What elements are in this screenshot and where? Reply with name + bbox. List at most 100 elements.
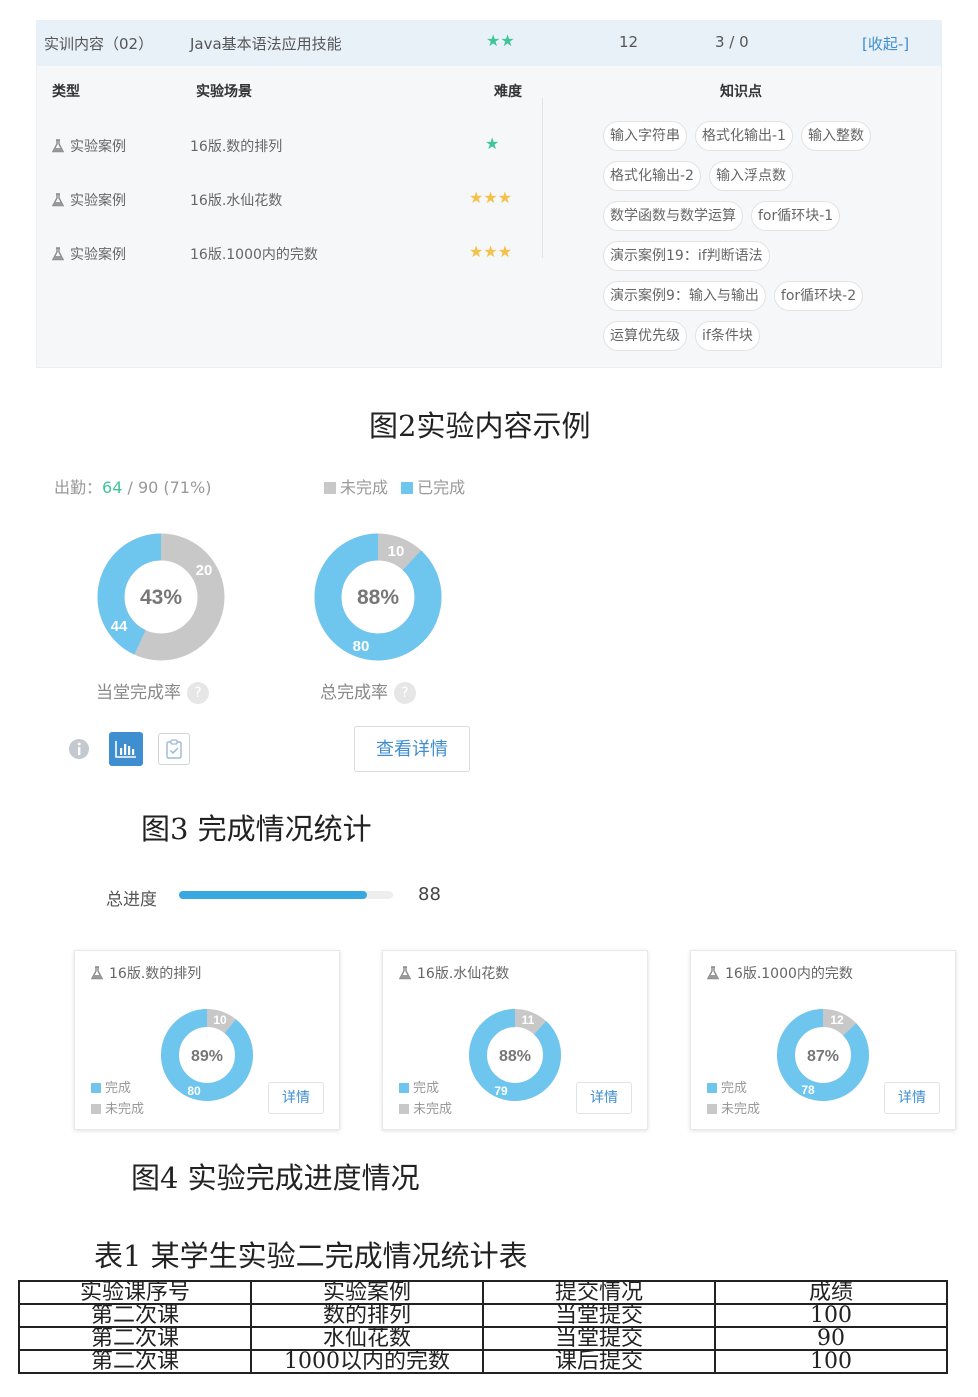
knowledge-tag[interactable]: 输入浮点数 xyxy=(708,161,793,191)
attendance-rest: / 90 (71%) xyxy=(122,478,212,497)
knowledge-tag[interactable]: 格式化输出-2 xyxy=(603,161,701,191)
legend-incomplete: 未完成 xyxy=(91,1098,144,1117)
legend-label: 未完成 xyxy=(413,1102,453,1117)
table-header-cell: 实验课序号 xyxy=(18,1280,252,1305)
chart-view-button[interactable] xyxy=(109,732,143,766)
donut-percent: 88% xyxy=(357,586,399,609)
legend-complete-label: 已完成 xyxy=(417,478,466,497)
experiment-card: 16版.水仙花数 88% 11 79 完成 未完成 详情 xyxy=(382,950,648,1130)
table-header-cell: 提交情况 xyxy=(482,1280,716,1305)
donut-complete-value: 80 xyxy=(353,638,370,655)
completion-table: 实验课序号 实验案例 提交情况 成绩 第二次课 数的排列 当堂提交 100 第二… xyxy=(18,1280,948,1374)
row-difficulty-stars: ★★★ xyxy=(469,242,513,261)
total-progress-label: 总进度 xyxy=(106,890,157,910)
col-header-scene: 实验场景 xyxy=(196,84,252,100)
card-title-text: 16版.水仙花数 xyxy=(417,966,510,982)
legend-swatch xyxy=(707,1083,717,1093)
info-button[interactable] xyxy=(64,734,94,764)
table-header-cell: 实验案例 xyxy=(250,1280,484,1305)
legend-complete: 完成 xyxy=(399,1077,439,1096)
donut-percent: 89% xyxy=(191,1048,223,1065)
legend-label: 未完成 xyxy=(105,1102,145,1117)
row-scene-link[interactable]: 16版.数的排列 xyxy=(190,136,282,156)
legend-complete: 完成 xyxy=(91,1077,131,1096)
knowledge-tag[interactable]: 演示案例9：输入与输出 xyxy=(603,281,766,311)
info-icon xyxy=(69,739,89,759)
donut-complete-value: 79 xyxy=(494,1084,508,1098)
flask-icon xyxy=(52,139,64,153)
legend-incomplete: 未完成 xyxy=(707,1098,760,1117)
attendance-label: 出勤： xyxy=(54,478,103,497)
attendance-present: 64 xyxy=(102,478,123,497)
donut-incomplete-value: 11 xyxy=(522,1013,535,1027)
table-cell: 90 xyxy=(714,1326,948,1351)
knowledge-tag[interactable]: 运算优先级 xyxy=(603,321,687,351)
class-completion-label-row: 当堂完成率? xyxy=(96,678,209,704)
col-header-type: 类型 xyxy=(52,84,80,100)
knowledge-tag[interactable]: 输入整数 xyxy=(800,121,871,151)
training-content-title: 实训内容（02） xyxy=(44,35,154,53)
column-divider xyxy=(542,98,543,258)
attendance: 出勤：64 / 90 (71%) xyxy=(54,474,211,498)
donut-percent: 87% xyxy=(807,1048,839,1065)
table-cell: 第二次课 xyxy=(18,1326,252,1351)
legend-incomplete: 未完成 xyxy=(399,1098,452,1117)
row-scene-link[interactable]: 16版.水仙花数 xyxy=(190,190,282,210)
table-cell: 100 xyxy=(714,1349,948,1374)
row-type-label: 实验案例 xyxy=(70,247,126,263)
donut-incomplete-value: 10 xyxy=(213,1013,227,1027)
table-row: 第二次课 1000以内的完数 课后提交 100 xyxy=(18,1349,948,1374)
table-cell: 1000以内的完数 xyxy=(250,1349,484,1374)
row-scene-link[interactable]: 16版.1000内的完数 xyxy=(190,244,318,264)
table-1-caption: 表1 某学生实验二完成情况统计表 xyxy=(94,1239,528,1273)
flask-icon xyxy=(91,966,103,980)
table-row: 第二次课 数的排列 当堂提交 100 xyxy=(18,1303,948,1328)
donut-percent: 88% xyxy=(499,1048,531,1065)
row-type-label: 实验案例 xyxy=(70,193,126,209)
view-details-button[interactable]: 查看详情 xyxy=(354,726,470,772)
help-icon[interactable]: ? xyxy=(394,682,416,704)
knowledge-tag[interactable]: 输入字符串 xyxy=(603,121,687,151)
knowledge-tag[interactable]: 数学函数与数学运算 xyxy=(603,201,743,231)
table-cell: 水仙花数 xyxy=(250,1326,484,1351)
row-difficulty-stars: ★ xyxy=(485,134,500,153)
total-completion-label: 总完成率 xyxy=(320,683,388,703)
table-cell: 第二次课 xyxy=(18,1349,252,1374)
total-progress-fill xyxy=(179,891,368,899)
course-name: Java基本语法应用技能 xyxy=(190,35,342,53)
knowledge-tag[interactable]: for循环块-1 xyxy=(751,201,841,231)
row-type: 实验案例 xyxy=(52,136,126,156)
legend-swatch xyxy=(91,1083,101,1093)
help-icon[interactable]: ? xyxy=(187,682,209,704)
flask-icon xyxy=(399,966,411,980)
card-details-button[interactable]: 详情 xyxy=(884,1082,940,1114)
checklist-button[interactable] xyxy=(158,733,190,765)
legend-swatch xyxy=(399,1083,409,1093)
legend-incomplete-label: 未完成 xyxy=(340,478,389,497)
card-title: 16版.1000内的完数 xyxy=(707,963,853,983)
donut-complete-value: 80 xyxy=(187,1084,201,1098)
row-type: 实验案例 xyxy=(52,190,126,210)
card-details-button[interactable]: 详情 xyxy=(576,1082,632,1114)
table-cell: 第二次课 xyxy=(18,1303,252,1328)
legend-complete: 完成 xyxy=(707,1077,747,1096)
total-completion-label-row: 总完成率? xyxy=(320,678,416,704)
row-difficulty-stars: ★★★ xyxy=(469,188,513,207)
table-cell: 数的排列 xyxy=(250,1303,484,1328)
card-completion-donut: 89% 10 80 xyxy=(161,1009,253,1101)
knowledge-tag[interactable]: 格式化输出-1 xyxy=(695,121,793,151)
legend-label: 完成 xyxy=(413,1081,440,1096)
header-difficulty-stars: ★★ xyxy=(486,31,515,50)
knowledge-tag[interactable]: for循环块-2 xyxy=(773,281,864,311)
collapse-link[interactable]: [收起-] xyxy=(862,33,909,54)
knowledge-tag[interactable]: if条件块 xyxy=(695,321,760,351)
card-details-button[interactable]: 详情 xyxy=(268,1082,324,1114)
flask-icon xyxy=(52,193,64,207)
donut-complete-value: 78 xyxy=(801,1083,815,1097)
table-cell: 当堂提交 xyxy=(482,1326,716,1351)
total-progress-track xyxy=(179,891,393,899)
col-header-difficulty: 难度 xyxy=(494,84,522,100)
table-header-cell: 成绩 xyxy=(714,1280,948,1305)
table-row: 第二次课 水仙花数 当堂提交 90 xyxy=(18,1326,948,1351)
knowledge-tag[interactable]: 演示案例19：if判断语法 xyxy=(603,241,770,271)
